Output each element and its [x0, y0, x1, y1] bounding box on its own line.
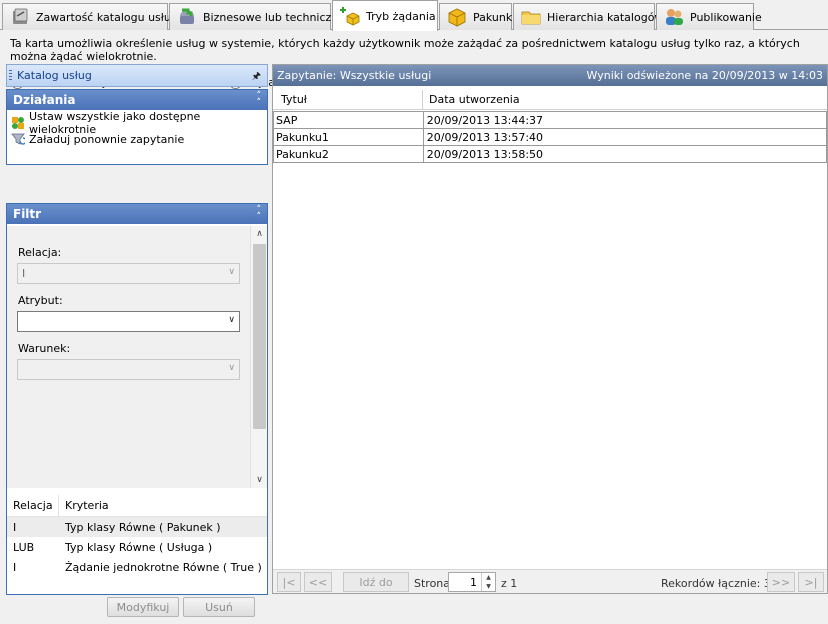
actions-section-header[interactable]: Działania ˄ ˄	[7, 90, 267, 110]
side-panel-title: Katalog usług	[17, 69, 92, 82]
pager: |< << Idź do Strona 1 ▲ ▼ z 1 Rekordów łą…	[273, 569, 827, 593]
results-table: SAP 20/09/2013 13:44:37 Pakunku1 20/09/2…	[273, 111, 827, 163]
tab-business-technical[interactable]: Biznesowe lub techniczne	[169, 3, 345, 30]
column-header-created[interactable]: Data utworzenia	[423, 90, 520, 109]
action-label: Załaduj ponownie zapytanie	[29, 132, 185, 146]
action-set-all-multiple[interactable]: Ustaw wszystkie jako dostępne wielokrotn…	[7, 110, 267, 136]
modify-button[interactable]: Modyfikuj	[107, 597, 179, 617]
catalog-book-icon	[13, 8, 28, 24]
total-records-label: Rekordów łącznie: 3	[661, 577, 771, 590]
tab-description: Ta karta umożliwia określenie usług w sy…	[10, 37, 800, 63]
page-spinner[interactable]: ▲ ▼	[481, 573, 495, 591]
cell-relation: LUB	[13, 540, 35, 554]
package-icon	[448, 8, 466, 27]
tab-label: Biznesowe lub techniczne	[203, 10, 346, 24]
request-box-icon	[340, 7, 360, 26]
condition-label: Warunek:	[18, 342, 71, 355]
next-page-button[interactable]: >>	[767, 572, 795, 592]
relation-combobox[interactable]: I ∨	[17, 263, 240, 284]
puzzle-icon	[180, 8, 194, 24]
page-count-label: z 1	[501, 577, 518, 590]
first-page-button[interactable]: |<	[277, 572, 301, 592]
cell-title: Pakunku1	[274, 129, 424, 145]
chevron-down-icon[interactable]: ∨	[228, 363, 235, 373]
column-header-title[interactable]: Tytuł	[273, 90, 423, 109]
results-table-header: Tytuł Data utworzenia	[273, 90, 827, 110]
criteria-table-header: Relacja Kryteria	[7, 495, 267, 517]
column-header-criteria[interactable]: Kryteria	[59, 495, 109, 516]
tab-label: Pakunki	[473, 10, 516, 24]
collapse-icon[interactable]: ˄ ˄	[257, 92, 262, 108]
tab-packages[interactable]: Pakunki	[439, 3, 516, 30]
filter-section: Filtr ˄ ˄ Relacja: I ∨ Atrybut: ∨ Warunek…	[6, 203, 268, 595]
refreshed-label: Wyniki odświeżone na 20/09/2013 w 14:03	[586, 69, 823, 82]
reload-funnel-icon	[11, 133, 25, 145]
results-header: Zapytanie: Wszystkie usługi Wyniki odświ…	[273, 65, 827, 86]
table-row[interactable]: SAP 20/09/2013 13:44:37	[274, 112, 827, 129]
folder-icon	[521, 11, 541, 25]
users-icon	[666, 9, 683, 25]
filter-form: Relacja: I ∨ Atrybut: ∨ Warunek: ∨	[7, 226, 250, 488]
attribute-label: Atrybut:	[18, 294, 63, 307]
chevron-down-icon[interactable]: ∨	[228, 267, 235, 277]
table-row[interactable]: Pakunku2 20/09/2013 13:58:50	[274, 146, 827, 163]
relation-label: Relacja:	[18, 246, 62, 259]
side-panel-header: Katalog usług 🖈	[6, 64, 268, 87]
scroll-up-icon[interactable]: ∧	[251, 226, 268, 242]
cell-criterion: Żądanie jednokrotne Równe ( True )	[65, 560, 262, 574]
tab-catalog-contents[interactable]: Zawartość katalogu usług	[2, 3, 178, 30]
table-row[interactable]: I Żądanie jednokrotne Równe ( True )	[7, 557, 267, 577]
last-page-button[interactable]: >|	[798, 572, 824, 592]
tab-catalog-hierarchy[interactable]: Hierarchia katalogów	[513, 3, 663, 30]
page-number-value: 1	[470, 575, 477, 589]
goto-page-button[interactable]: Idź do	[343, 572, 409, 592]
tab-label: Hierarchia katalogów	[547, 10, 664, 24]
filter-scrollbar[interactable]: ∧ ∨	[250, 226, 267, 488]
prev-page-button[interactable]: <<	[304, 572, 332, 592]
cell-criterion: Typ klasy Równe ( Usługa )	[65, 540, 213, 554]
filter-title: Filtr	[13, 207, 42, 221]
table-row[interactable]: Pakunku1 20/09/2013 13:57:40	[274, 129, 827, 146]
query-label: Zapytanie: Wszystkie usługi	[277, 69, 432, 82]
actions-section: Działania ˄ ˄ Ustaw wszystkie jako dostęp…	[6, 89, 268, 165]
chevron-down-icon[interactable]: ∨	[228, 315, 235, 325]
cell-relation: I	[13, 560, 17, 574]
tab-label: Zawartość katalogu usług	[36, 10, 178, 24]
actions-title: Działania	[13, 93, 76, 107]
tab-label: Publikowanie	[690, 10, 762, 24]
page-label: Strona	[414, 577, 451, 590]
tab-bar: Zawartość katalogu usług Biznesowe lub t…	[0, 0, 828, 32]
criteria-table: Relacja Kryteria I Typ klasy Równe ( Pak…	[7, 495, 267, 577]
cell-relation: I	[13, 520, 17, 534]
collapse-icon[interactable]: ˄ ˄	[257, 206, 262, 222]
catalog-side-panel: Katalog usług 🖈 Działania ˄ ˄ Ustaw wszys…	[6, 64, 268, 617]
condition-combobox[interactable]: ∨	[17, 359, 240, 380]
cell-created: 20/09/2013 13:58:50	[424, 146, 827, 162]
tab-publishing[interactable]: Publikowanie	[656, 3, 762, 30]
tab-label: Tryb żądania	[366, 9, 436, 23]
cell-title: Pakunku2	[274, 146, 424, 162]
scroll-down-icon[interactable]: ∨	[251, 472, 268, 488]
cell-created: 20/09/2013 13:57:40	[424, 129, 827, 145]
tab-request-mode[interactable]: Tryb żądania	[332, 0, 438, 31]
combo-value: I	[22, 267, 26, 280]
table-row[interactable]: LUB Typ klasy Równe ( Usługa )	[7, 537, 267, 557]
pin-icon[interactable]: 🖈	[252, 69, 261, 86]
cell-created: 20/09/2013 13:44:37	[424, 112, 827, 128]
table-row[interactable]: I Typ klasy Równe ( Pakunek )	[7, 517, 267, 537]
grip-icon[interactable]	[9, 70, 12, 82]
set-multiple-icon	[12, 117, 24, 129]
cell-title: SAP	[274, 112, 424, 128]
remove-button[interactable]: Usuń	[183, 597, 255, 617]
attribute-combobox[interactable]: ∨	[17, 311, 240, 332]
column-header-relation[interactable]: Relacja	[7, 495, 59, 516]
cell-criterion: Typ klasy Równe ( Pakunek )	[65, 520, 221, 534]
page-number-input[interactable]: 1 ▲ ▼	[448, 572, 496, 592]
scroll-thumb[interactable]	[253, 244, 266, 429]
filter-section-header[interactable]: Filtr ˄ ˄	[7, 204, 267, 224]
results-panel: Zapytanie: Wszystkie usługi Wyniki odświ…	[272, 64, 828, 594]
